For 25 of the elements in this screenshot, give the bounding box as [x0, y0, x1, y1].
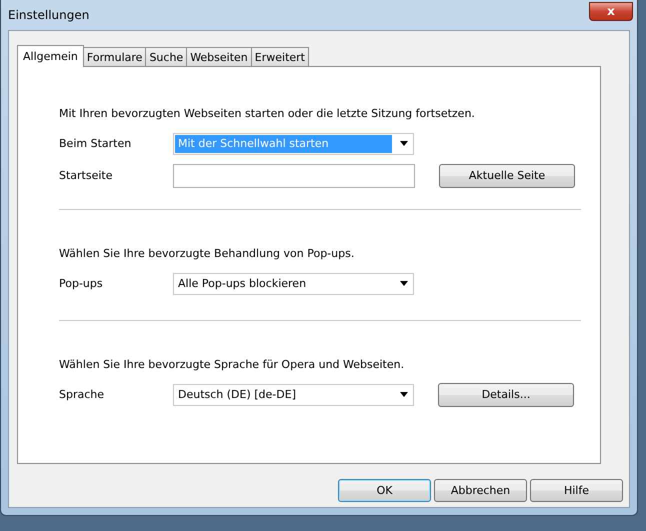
dropdown[interactable]: Deutsch (DE) [de-DE]: [173, 384, 414, 406]
tab[interactable]: Allgemein: [17, 45, 84, 67]
field-label: Beim Starten: [59, 137, 132, 150]
tab[interactable]: Formulare: [82, 47, 146, 66]
field-label: Sprache: [59, 388, 106, 401]
dropdown[interactable]: Alle Pop-ups blockieren: [173, 272, 414, 294]
dialog-button[interactable]: Abbrechen: [434, 479, 527, 502]
action-button[interactable]: Details...: [438, 382, 574, 406]
caret-icon: [400, 281, 408, 286]
section-description: Wählen Sie Ihre bevorzugte Behandlung von Pop-ups.: [59, 247, 356, 260]
caret-icon: [400, 141, 408, 146]
section-description: Mit Ihren bevorzugten Webseiten starten oder die letzte Sitzung fortsetzen.: [59, 107, 476, 120]
dialog-button[interactable]: OK: [338, 479, 431, 502]
window-title: Einstellungen: [8, 8, 90, 22]
action-button[interactable]: Aktuelle Seite: [439, 164, 575, 188]
tab[interactable]: Erweitert: [250, 47, 309, 66]
tab[interactable]: Webseiten: [186, 47, 252, 66]
close-button[interactable]: x: [589, 2, 633, 21]
field-label: Startseite: [59, 169, 114, 182]
dialog-button[interactable]: Hilfe: [530, 479, 623, 502]
tab[interactable]: Suche: [145, 47, 188, 66]
caret-icon: [400, 392, 408, 397]
input-field[interactable]: [173, 164, 415, 188]
section-description: Wählen Sie Ihre bevorzugte Sprache für Opera und Webseiten.: [59, 358, 406, 371]
field-label: Pop-ups: [59, 277, 104, 290]
